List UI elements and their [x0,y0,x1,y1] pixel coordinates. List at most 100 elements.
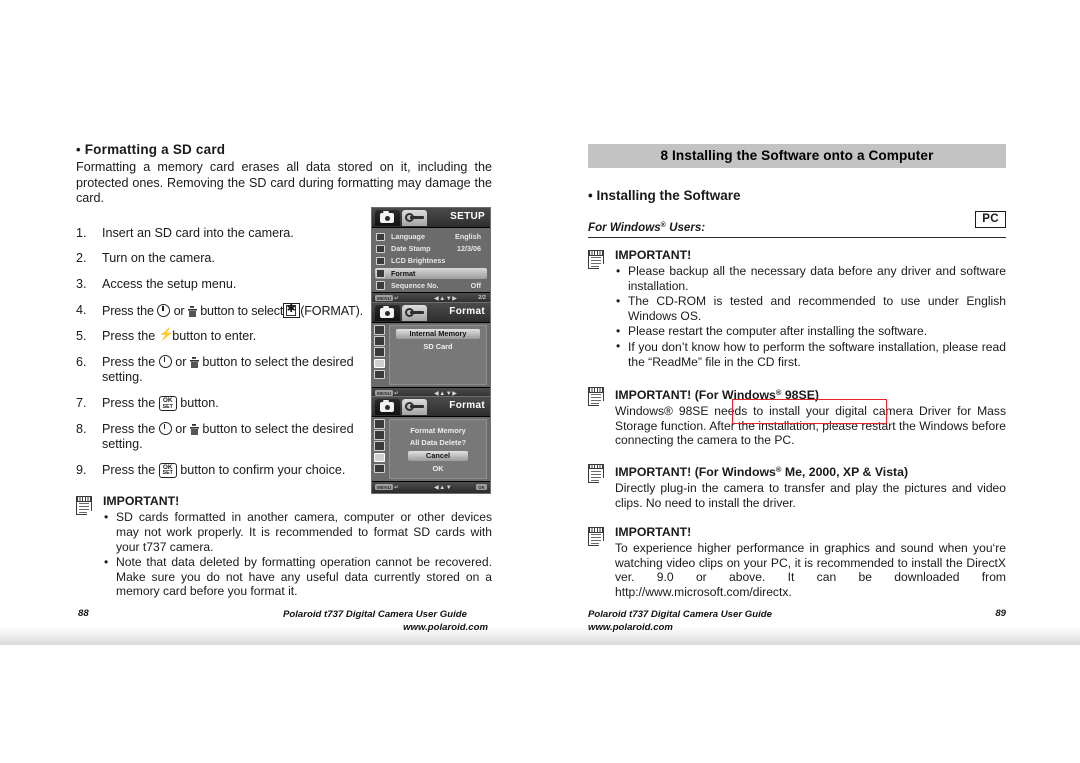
for-windows-users-label: For Windows® Users: [588,221,705,234]
format-row-icon [376,269,385,278]
note-pad-icon-lines [591,394,601,405]
step-2: 2. Turn on the camera. [76,251,368,267]
menu-badge[interactable]: MENU [375,484,394,490]
note-pad-icon-lines [591,534,601,545]
right-important-note-3: IMPORTANT! (For Windows® Me, 2000, XP & … [588,462,1006,510]
step-9-number: 9. [76,462,87,477]
right-note-1-list: Please backup all the necessary data bef… [615,263,1006,369]
lcd-format-target-title: Format [449,306,485,317]
left-note-list: SD cards formatted in another camera, co… [103,510,492,599]
lcd-format-target: Format Internal Memory SD Card MENU ↵ ◀▲… [371,302,491,400]
right-note-4-body: To experience higher performance in grap… [615,541,1006,599]
pc-platform-badge: PC [975,211,1006,228]
bullet-glyph: • [76,142,81,157]
side-icon-date-stamp [374,336,385,346]
lcd-format-confirm-body: Format Memory All Data Delete? Cancel OK [372,417,490,481]
option-sd-card[interactable]: SD Card [396,342,480,352]
note-pad-icon-lines [591,257,601,267]
sequence-no-row-icon [376,281,385,290]
confirm-cancel-button[interactable]: Cancel [408,451,468,461]
delete-trash-icon [187,305,197,317]
wrench-icon-bar [410,216,424,220]
menu-row-sequence-no-value: Off [470,280,481,290]
side-icon-language [374,325,385,335]
right-section-heading-text: Installing the Software [596,188,741,203]
lcd-setup-titlebar: SETUP [372,208,490,228]
step-7-number: 7. [76,395,87,410]
note-pad-icon [588,463,605,484]
step-3-text: Access the setup menu. [102,276,237,291]
ok-badge[interactable]: OK [476,484,487,490]
back-arrow-icon: ↵ [394,295,400,302]
lcd-side-icon-column [374,419,387,475]
note-pad-icon [76,496,93,516]
menu-badge[interactable]: MENU [375,295,394,301]
right-note-1-item: If you don’t know how to perform the sof… [615,339,1006,369]
step-1-number: 1. [76,225,87,240]
camera-icon [380,306,394,318]
side-icon-sequence-no [374,463,385,474]
dpad-arrows-icon: ◀▲▼▶ [434,295,458,302]
right-note-1-title: IMPORTANT! [615,248,692,262]
right-note-4-title: IMPORTANT! [615,525,692,540]
side-icon-lcd-brightness [374,347,385,357]
menu-row-format[interactable]: Format [375,267,487,280]
ok-set-button-icon: OK SET [158,462,177,478]
left-footer-guide: Polaroid t737 Digital Camera User Guide [283,609,467,620]
menu-row-sequence-no[interactable]: Sequence No. Off [375,280,487,292]
date-stamp-row-icon [376,244,385,254]
right-note-2-body: Windows® 98SE needs to install your digi… [615,404,1006,448]
right-note-2-title-tail: 98SE) [781,388,819,403]
right-section-heading: • Installing the Software [588,188,1006,203]
note-pad-icon-spiral [589,464,603,470]
lcd-brightness-row-icon [376,256,385,266]
for-windows-text: For Windows [588,221,661,234]
back-arrow-icon: ↵ [394,484,400,491]
note-pad-icon-spiral [589,388,603,393]
menu-row-date-stamp-label: Date Stamp [391,244,431,254]
option-internal-memory[interactable]: Internal Memory [396,329,480,339]
step-4-text-pre: Press the [102,303,154,318]
step-9-text-pre: Press the [102,462,156,477]
camera-icon [380,400,394,412]
language-row-icon [376,232,385,242]
note-pad-icon-spiral [589,251,603,256]
lcd-format-confirm-title: Format [449,400,485,411]
camera-icon [380,211,394,223]
right-note-3-title-tail: Me, 2000, XP & Vista) [781,464,909,479]
step-1: 1. Insert an SD card into the camera. [76,226,368,242]
wrench-icon [405,213,424,222]
menu-row-format-label: Format [391,268,416,278]
confirm-ok-button[interactable]: OK [408,464,468,474]
step-9-text-post: button to confirm your choice. [180,462,346,477]
menu-row-date-stamp[interactable]: Date Stamp 12/3/06 [375,243,487,255]
note-pad-icon-spiral [77,497,91,502]
side-icon-format [374,452,385,463]
right-footer-guide: Polaroid t737 Digital Camera User Guide [588,609,772,620]
side-icon-sequence-no [374,369,385,380]
side-icon-lcd-brightness [374,441,385,451]
step-5-text-post: button to enter. [172,329,257,344]
side-icon-date-stamp [374,430,385,440]
right-important-note-4: IMPORTANT! To experience higher performa… [588,525,1006,599]
lcd-format-confirm-statusbar: MENU ↵ ◀▲▼ OK [372,481,490,493]
lcd-setup-body: Language English Date Stamp 12/3/06 LCD … [372,228,490,292]
left-important-note: IMPORTANT! SD cards formatted in another… [76,494,492,599]
lcd-format-confirm-pane: Format Memory All Data Delete? Cancel OK [389,419,487,479]
right-note-3-title: IMPORTANT! (For Windows® Me, 2000, XP & … [615,462,1006,480]
format-steps-list: 1. Insert an SD card into the camera. 2.… [76,226,368,479]
right-page-number: 89 [995,608,1006,619]
side-icon-language [374,419,385,429]
ok-icon-label-bottom: SET [162,470,173,477]
step-4: 4. Press the or button to select ✱ (FORMAT)… [76,302,368,320]
left-section-heading-text: Formatting a SD card [84,142,226,157]
step-6: 6. Press the or button to select the des… [76,354,368,386]
menu-row-language[interactable]: Language English [375,231,487,243]
right-important-note-2: IMPORTANT! (For Windows® 98SE) Windows® … [588,385,1006,448]
confirm-message-line-1: Format Memory [410,426,466,435]
left-page-number: 88 [78,608,89,619]
menu-row-date-stamp-value: 12/3/06 [457,244,481,254]
right-page-content: 8 Installing the Software onto a Compute… [588,144,1006,600]
confirm-message-line-2: All Data Delete? [409,438,467,447]
menu-row-lcd-brightness[interactable]: LCD Brightness [375,255,487,267]
